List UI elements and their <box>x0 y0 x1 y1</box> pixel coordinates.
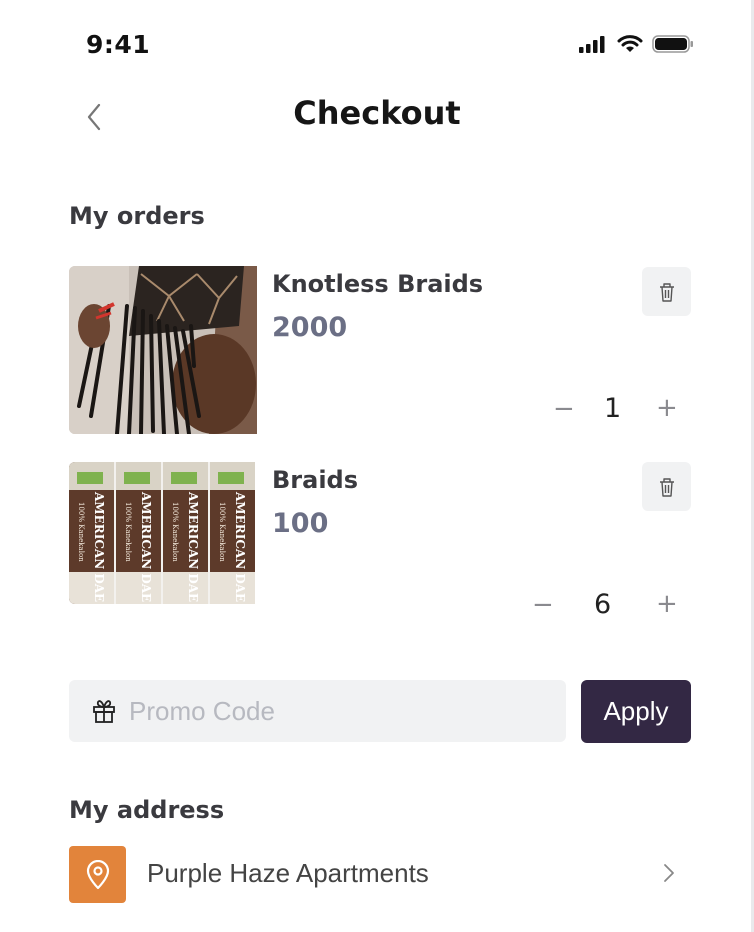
location-pin-badge <box>69 846 126 903</box>
page-title: Checkout <box>293 94 461 132</box>
status-time: 9:41 <box>86 30 151 59</box>
order-item-knotless-braids: Knotless Braids 2000 − 1 + <box>69 266 691 434</box>
product-brand-text: AMERICAN DAE <box>233 491 247 602</box>
product-image-knotless-braids <box>69 266 257 434</box>
decrease-quantity-button[interactable]: − <box>553 396 575 422</box>
battery-icon <box>652 35 693 53</box>
product-image-braids: AMERICAN DAE AMERICAN DAE AMERICAN DAE A… <box>69 462 255 604</box>
promo-code-field[interactable] <box>69 680 566 742</box>
decrease-quantity-button[interactable]: − <box>532 592 554 618</box>
order-item-price: 2000 <box>272 312 348 343</box>
product-tagline-text: 100% Kanekalon <box>171 502 179 562</box>
quantity-value: 1 <box>604 393 622 424</box>
apply-promo-button[interactable]: Apply <box>581 680 691 743</box>
status-icons <box>578 34 694 54</box>
product-tagline-text: 100% Kanekalon <box>124 502 132 562</box>
product-tagline-text: 100% Kanekalon <box>77 502 85 562</box>
delete-item-button[interactable] <box>642 267 691 316</box>
increase-quantity-button[interactable]: + <box>656 395 678 421</box>
gift-icon <box>93 700 115 723</box>
order-item-price: 100 <box>272 508 329 539</box>
trash-icon <box>659 477 674 497</box>
chevron-right-icon <box>664 864 674 882</box>
order-item-name: Braids <box>272 466 359 494</box>
order-item-name: Knotless Braids <box>272 270 484 298</box>
wifi-icon <box>617 35 643 52</box>
product-brand-text: AMERICAN DAE <box>186 491 200 602</box>
address-text: Purple Haze Apartments <box>147 858 429 888</box>
product-brand-text: AMERICAN DAE <box>92 491 106 602</box>
quantity-value: 6 <box>594 589 612 620</box>
delete-item-button[interactable] <box>642 462 691 511</box>
product-tagline-text: 100% Kanekalon <box>218 502 226 562</box>
orders-section-title: My orders <box>69 202 205 230</box>
trash-icon <box>659 282 674 302</box>
address-row[interactable]: Purple Haze Apartments <box>69 846 691 904</box>
address-section-title: My address <box>69 796 225 824</box>
promo-code-input[interactable] <box>127 694 531 728</box>
order-item-braids: AMERICAN DAE AMERICAN DAE AMERICAN DAE A… <box>69 462 691 618</box>
location-pin-icon <box>86 859 109 889</box>
signal-icon <box>579 36 605 53</box>
increase-quantity-button[interactable]: + <box>656 591 678 617</box>
product-brand-text: AMERICAN DAE <box>139 491 153 602</box>
